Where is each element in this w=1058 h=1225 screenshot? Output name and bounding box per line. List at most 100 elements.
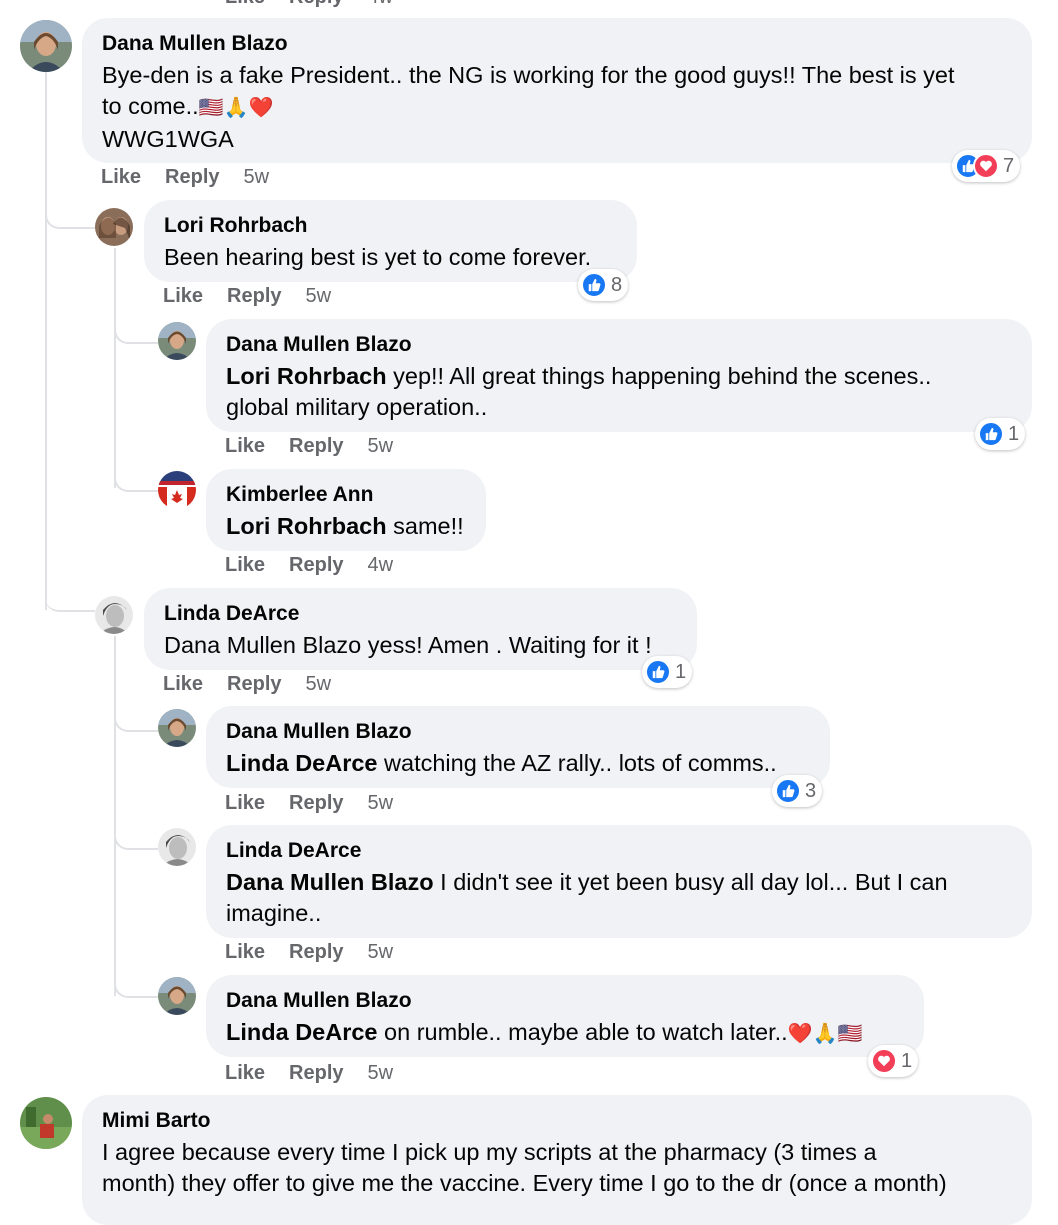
thread-connector	[114, 954, 158, 998]
reaction-summary[interactable]: 7	[952, 150, 1021, 182]
like-link[interactable]: Like	[225, 0, 265, 9]
thread-connector	[45, 185, 97, 229]
comment-bubble: Kimberlee Ann Lori Rohrbach same!!	[206, 469, 486, 551]
comment-author[interactable]: Dana Mullen Blazo	[226, 988, 904, 1014]
mention-link[interactable]: Lori Rohrbach	[226, 363, 387, 389]
timestamp: 5w	[305, 285, 332, 307]
reply-link[interactable]: Reply	[289, 1062, 343, 1085]
like-icon	[775, 778, 801, 804]
reaction-summary[interactable]: 3	[772, 775, 823, 807]
mention-link[interactable]: Dana Mullen Blazo	[226, 869, 434, 895]
like-link[interactable]: Like	[101, 166, 141, 189]
reply-link[interactable]: Reply	[165, 166, 219, 189]
comment-bubble: Mimi Barto I agree because every time I …	[82, 1095, 1032, 1225]
heart-emoji: ❤️	[787, 1023, 813, 1045]
comment-actions: Like Reply 5w	[101, 166, 269, 189]
reaction-count: 1	[1008, 422, 1020, 445]
like-link[interactable]: Like	[225, 792, 265, 815]
comment-text: Linda DeArce on rumble.. maybe able to w…	[226, 1019, 863, 1045]
reply-link[interactable]: Reply	[289, 0, 343, 9]
comment-actions: Like Reply 5w	[225, 1062, 393, 1085]
like-link[interactable]: Like	[225, 435, 265, 458]
thread-connector	[114, 686, 158, 732]
avatar[interactable]	[20, 20, 72, 72]
like-icon	[645, 659, 671, 685]
reaction-count: 7	[1003, 154, 1015, 177]
comment-author[interactable]: Dana Mullen Blazo	[226, 332, 1012, 358]
us-flag-emoji: 🇺🇸	[198, 97, 224, 119]
mention-link[interactable]: Linda DeArce	[226, 1019, 378, 1045]
comment-text: Lori Rohrbach same!!	[226, 513, 464, 539]
comment-text: I agree because every time I pick up my …	[102, 1139, 947, 1196]
love-icon	[871, 1048, 897, 1074]
comment-bubble: Linda DeArce Dana Mullen Blazo I didn't …	[206, 825, 1032, 938]
reaction-summary[interactable]: 1	[642, 656, 693, 688]
reaction-count: 8	[611, 273, 623, 296]
reaction-summary[interactable]: 1	[975, 418, 1026, 450]
like-link[interactable]: Like	[163, 285, 203, 308]
pray-emoji: 🙏	[223, 97, 249, 119]
comment-author[interactable]: Dana Mullen Blazo	[102, 31, 1012, 57]
comment-text: Bye-den is a fake President.. the NG is …	[102, 62, 955, 152]
us-flag-emoji: 🇺🇸	[837, 1023, 863, 1045]
mention-link[interactable]: Lori Rohrbach	[226, 513, 387, 539]
avatar[interactable]	[158, 828, 196, 866]
comment-actions: Like Reply 4w	[225, 554, 393, 577]
avatar[interactable]	[95, 596, 133, 634]
comment-text: Been hearing best is yet to come forever…	[164, 244, 592, 270]
thread-connector	[114, 300, 158, 344]
mention-link[interactable]: Linda DeArce	[226, 750, 378, 776]
comment-actions-partial: Like Reply 4w	[225, 0, 393, 9]
timestamp: 5w	[305, 673, 332, 695]
timestamp: 5w	[367, 792, 394, 814]
comment-text: Linda DeArce watching the AZ rally.. lot…	[226, 750, 777, 776]
timestamp: 5w	[367, 1062, 394, 1084]
comment-author[interactable]: Lori Rohrbach	[164, 213, 617, 239]
avatar[interactable]	[158, 471, 196, 509]
reply-link[interactable]: Reply	[227, 673, 281, 696]
timestamp: 4w	[368, 0, 394, 9]
comment-actions: Like Reply 5w	[225, 792, 393, 815]
like-icon	[581, 272, 607, 298]
comment-actions: Like Reply 5w	[225, 941, 393, 964]
comment-author[interactable]: Linda DeArce	[226, 838, 1012, 864]
avatar[interactable]	[158, 977, 196, 1015]
avatar[interactable]	[158, 322, 196, 360]
comment-author[interactable]: Kimberlee Ann	[226, 482, 466, 508]
comment-author[interactable]: Linda DeArce	[164, 601, 677, 627]
avatar[interactable]	[95, 208, 133, 246]
like-link[interactable]: Like	[225, 941, 265, 964]
comment-bubble: Dana Mullen Blazo Lori Rohrbach yep!! Al…	[206, 319, 1032, 432]
comment-bubble: Dana Mullen Blazo Bye-den is a fake Pres…	[82, 18, 1032, 163]
comment-author[interactable]: Mimi Barto	[102, 1108, 1012, 1134]
reply-link[interactable]: Reply	[289, 792, 343, 815]
like-link[interactable]: Like	[225, 1062, 265, 1085]
reaction-summary[interactable]: 1	[868, 1045, 919, 1077]
comment-bubble: Dana Mullen Blazo Linda DeArce watching …	[206, 706, 830, 788]
comment-bubble: Dana Mullen Blazo Linda DeArce on rumble…	[206, 975, 924, 1057]
thread-connector	[114, 450, 158, 492]
reply-link[interactable]: Reply	[227, 285, 281, 308]
timestamp: 5w	[367, 435, 394, 457]
thread-connector	[114, 804, 158, 850]
comment-text: Dana Mullen Blazo I didn't see it yet be…	[226, 869, 948, 926]
reaction-count: 3	[805, 779, 817, 802]
heart-emoji: ❤️	[248, 97, 274, 119]
reply-link[interactable]: Reply	[289, 554, 343, 577]
comment-author[interactable]: Dana Mullen Blazo	[226, 719, 810, 745]
like-link[interactable]: Like	[163, 673, 203, 696]
avatar[interactable]	[20, 1097, 72, 1149]
reaction-count: 1	[675, 660, 687, 683]
like-link[interactable]: Like	[225, 554, 265, 577]
thread-connector	[45, 540, 95, 612]
comment-actions: Like Reply 5w	[225, 435, 393, 458]
comment-text: Lori Rohrbach yep!! All great things hap…	[226, 363, 932, 420]
reply-link[interactable]: Reply	[289, 941, 343, 964]
thread-line-main	[45, 72, 47, 610]
comment-actions: Like Reply 5w	[163, 285, 331, 308]
comment-text: Dana Mullen Blazo yess! Amen . Waiting f…	[164, 632, 652, 658]
reply-link[interactable]: Reply	[289, 435, 343, 458]
avatar[interactable]	[158, 709, 196, 747]
reaction-summary[interactable]: 8	[578, 269, 629, 301]
timestamp: 4w	[367, 554, 394, 576]
